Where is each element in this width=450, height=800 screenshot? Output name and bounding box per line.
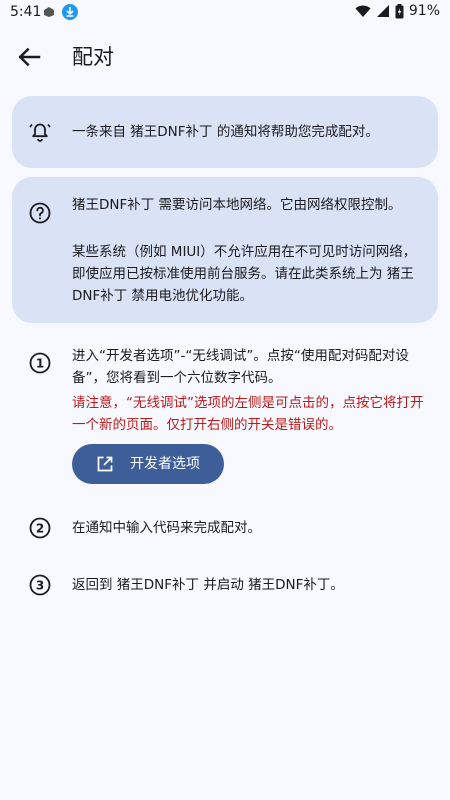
app-bar: 配对: [0, 30, 450, 86]
battery-percent: 91%: [408, 3, 440, 19]
help-circle-icon: [29, 202, 51, 224]
status-right: 91%: [355, 3, 440, 19]
step-3-icon: 3: [29, 574, 51, 596]
step-2-number: 2: [36, 522, 44, 536]
step-1-warning: 请注意，“无线调试”选项的左侧是可点击的，点按它将打开一个新的页面。仅打开右侧的…: [72, 395, 424, 433]
step-1-icon: 1: [29, 352, 51, 374]
step-3-number: 3: [36, 579, 44, 593]
app-notification-icon: [44, 7, 54, 17]
network-permission-text: 猪王DNF补丁 需要访问本地网络。它由网络权限控制。: [72, 197, 402, 213]
step-1-text: 进入“开发者选项”-“无线调试”。点按“使用配对码配对设备”，您将看到一个六位数…: [72, 348, 409, 386]
status-bar: 5:41 91%: [0, 0, 450, 26]
bell-ring-icon: [29, 123, 51, 142]
step-3-text: 返回到 猪王DNF补丁 并启动 猪王DNF补丁。: [72, 577, 344, 593]
battery-optimization-text: 某些系统（例如 MIUI）不允许应用在不可见时访问网络，即使应用已按标准使用前台…: [72, 244, 417, 304]
notification-info-text: 一条来自 猪王DNF补丁 的通知将帮助您完成配对。: [72, 124, 379, 140]
signal-icon: [376, 5, 389, 17]
back-arrow-icon[interactable]: [14, 42, 44, 72]
step-2-icon: 2: [29, 517, 51, 539]
status-time: 5:41: [10, 4, 42, 20]
developer-options-button[interactable]: 开发者选项: [72, 444, 224, 484]
step-1-number: 1: [36, 357, 44, 371]
open-in-new-icon: [97, 456, 113, 472]
developer-options-label: 开发者选项: [130, 456, 200, 472]
wifi-icon: [355, 5, 371, 17]
step-2-text: 在通知中输入代码来完成配对。: [72, 520, 261, 536]
battery-icon: [395, 3, 404, 18]
download-notification-icon: [62, 4, 78, 20]
page-title: 配对: [72, 45, 114, 69]
notification-info-card: 一条来自 猪王DNF补丁 的通知将帮助您完成配对。: [12, 96, 438, 168]
network-help-card: 猪王DNF补丁 需要访问本地网络。它由网络权限控制。 某些系统（例如 MIUI）…: [12, 177, 438, 323]
